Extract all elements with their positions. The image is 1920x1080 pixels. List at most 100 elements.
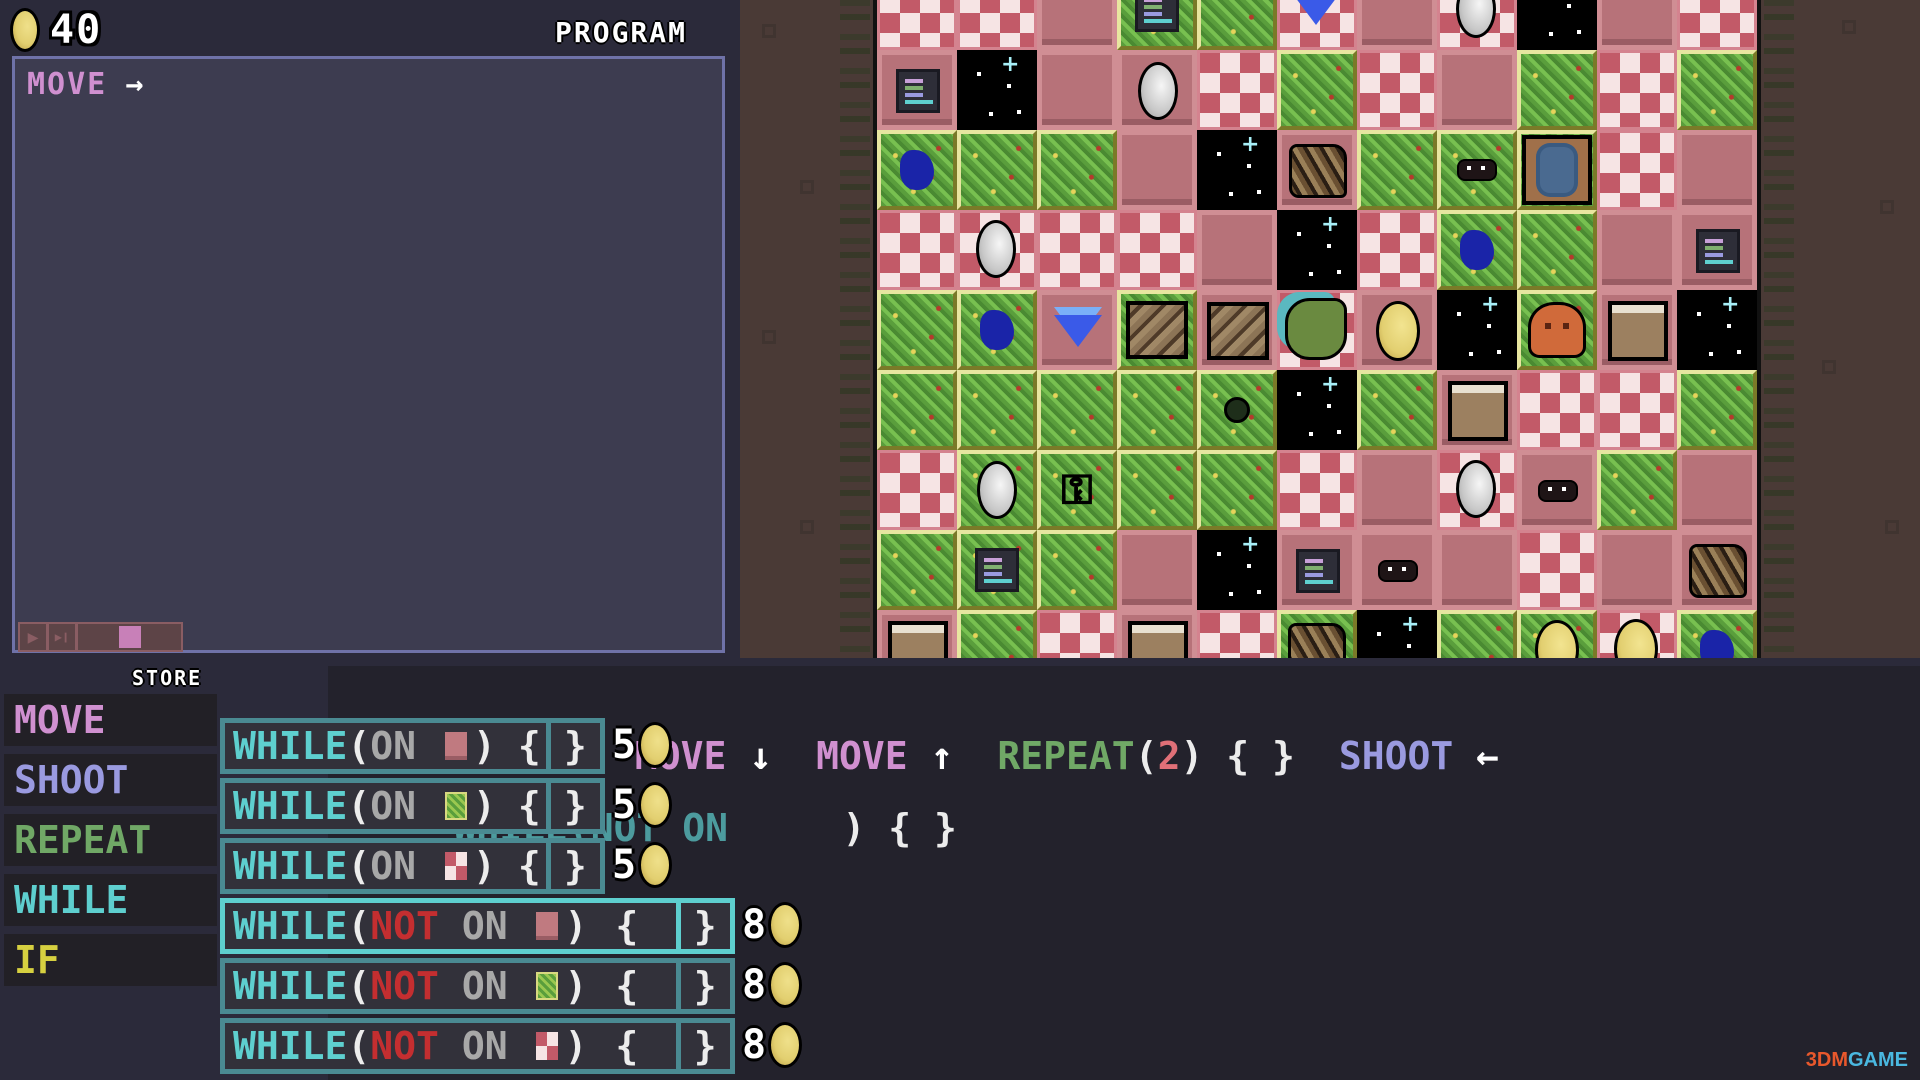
checker-tile <box>1517 370 1597 450</box>
grass-tile <box>1357 370 1437 450</box>
while-option-condition: WHILE(ON ) { <box>225 783 551 829</box>
braces: { } <box>888 806 957 850</box>
checker-tile-icon <box>536 1032 559 1060</box>
while-option-row[interactable]: WHILE(ON ) {} <box>220 718 605 774</box>
gold-coin-icon-wrap <box>1358 291 1438 371</box>
grass-tile <box>877 370 957 450</box>
paren-close: ) <box>842 806 866 850</box>
game-board[interactable]: ⚿ <box>873 0 1761 658</box>
grass-tile: ⚿ <box>1037 450 1117 530</box>
checker-tile <box>957 210 1037 290</box>
play-button[interactable]: ▶ <box>20 624 46 650</box>
stone-tile <box>1117 50 1197 130</box>
store-category-repeat[interactable]: REPEAT <box>4 814 217 866</box>
while-option-row[interactable]: WHILE(NOT ON ) {} <box>220 1018 735 1074</box>
store-category-if[interactable]: IF <box>4 934 217 986</box>
while-keyword: WHILE <box>233 1024 348 1068</box>
step-button[interactable]: ▶❙ <box>49 624 75 650</box>
while-option-row[interactable]: WHILE(ON ) {} <box>220 778 605 834</box>
grass-tile <box>1677 610 1757 658</box>
stone-tile <box>1197 210 1277 290</box>
checker-tile <box>1517 530 1597 610</box>
program-lines: MOVE → <box>27 67 143 102</box>
grass-tile <box>1677 370 1757 450</box>
stone-tile <box>1357 530 1437 610</box>
paren-open: ( <box>347 844 371 888</box>
stone-tile <box>1597 290 1677 370</box>
on-keyword: ON <box>370 844 417 888</box>
store-category-shoot[interactable]: SHOOT <box>4 754 217 806</box>
stone-tile <box>1437 50 1517 130</box>
brace-open: { <box>615 1024 639 1068</box>
key-icon-wrap: ⚿ <box>1037 450 1117 530</box>
wooden-crate-icon <box>1207 302 1269 360</box>
grass-tile <box>1117 0 1197 50</box>
player-robot-icon[interactable] <box>1522 135 1592 205</box>
dark-eye-icon-wrap <box>1197 370 1277 450</box>
checker-tile <box>1197 610 1277 658</box>
brace-open: { <box>517 844 541 888</box>
checker-tile <box>1037 610 1117 658</box>
store-item-shoot-left[interactable]: SHOOT ← <box>1339 734 1499 778</box>
program-panel[interactable]: MOVE → ▶ ▶❙ <box>12 56 725 653</box>
grass-tile <box>1037 130 1117 210</box>
play-icon: ▶ <box>27 626 39 648</box>
paren-close: ) <box>564 964 588 1008</box>
silver-egg-icon <box>977 461 1017 519</box>
store-category-while[interactable]: WHILE <box>4 874 217 926</box>
store-item-repeat[interactable]: REPEAT(2) { } <box>997 734 1294 778</box>
grass-tile <box>1277 50 1357 130</box>
paren-open: ( <box>347 724 371 768</box>
brace-close: } <box>551 784 600 828</box>
store-item-keyword: REPEAT <box>997 734 1135 778</box>
grass-tile <box>1037 370 1117 450</box>
blue-slime-icon-wrap <box>1677 610 1757 658</box>
while-keyword: WHILE <box>233 904 348 948</box>
grass-tile <box>1517 210 1597 290</box>
checker-tile <box>1277 450 1357 530</box>
stone-tile <box>1677 130 1757 210</box>
on-keyword: ON <box>370 784 417 828</box>
arrow-right-icon: → <box>125 67 144 102</box>
stone-tile <box>1037 290 1117 370</box>
while-option-row[interactable]: WHILE(NOT ON ) {} <box>220 958 735 1014</box>
store-category-move[interactable]: MOVE <box>4 694 217 746</box>
price-tag: 5 <box>612 842 673 888</box>
coin-counter: 40 <box>10 6 102 54</box>
playback-controls: ▶ ▶❙ <box>18 622 183 652</box>
step-icon: ▶❙ <box>54 630 70 644</box>
brace-close: } <box>551 724 600 768</box>
gold-coin-icon <box>638 842 673 888</box>
stone-tile <box>1117 130 1197 210</box>
speed-slider[interactable] <box>78 624 181 650</box>
grass-tile <box>1437 210 1517 290</box>
paren-open: ( <box>347 784 371 828</box>
stone-tile <box>1437 370 1517 450</box>
while-option-condition: WHILE(ON ) { <box>225 843 551 889</box>
grass-tile <box>957 290 1037 370</box>
rock-icon-wrap <box>1277 610 1357 658</box>
dirt-stone <box>1885 520 1899 534</box>
grass-tile <box>957 370 1037 450</box>
checker-tile <box>1197 50 1277 130</box>
while-option-row[interactable]: WHILE(ON ) {} <box>220 838 605 894</box>
gem-icon-wrap <box>1038 291 1118 371</box>
silver-egg-icon <box>1456 0 1496 38</box>
brace-close-text: } <box>563 724 587 768</box>
tower-icon-wrap <box>1598 291 1678 371</box>
grass-tile <box>1197 0 1277 50</box>
shadow-eyes-icon <box>1538 480 1578 502</box>
stone-tile <box>1357 290 1437 370</box>
price-tag: 8 <box>742 1022 803 1068</box>
dragon-enemy-icon-wrap <box>1276 289 1356 369</box>
checker-tile <box>1117 210 1197 290</box>
stone-tile <box>1597 210 1677 290</box>
while-option-row[interactable]: WHILE(NOT ON ) {} <box>220 898 735 954</box>
program-line[interactable]: MOVE → <box>27 67 143 102</box>
grass-tile-icon <box>444 792 467 820</box>
grass-tile <box>877 130 957 210</box>
rock-icon-wrap <box>1278 131 1358 211</box>
brace-close-text: } <box>563 844 587 888</box>
speed-slider-thumb[interactable] <box>118 626 141 648</box>
price-value: 8 <box>742 1022 767 1068</box>
